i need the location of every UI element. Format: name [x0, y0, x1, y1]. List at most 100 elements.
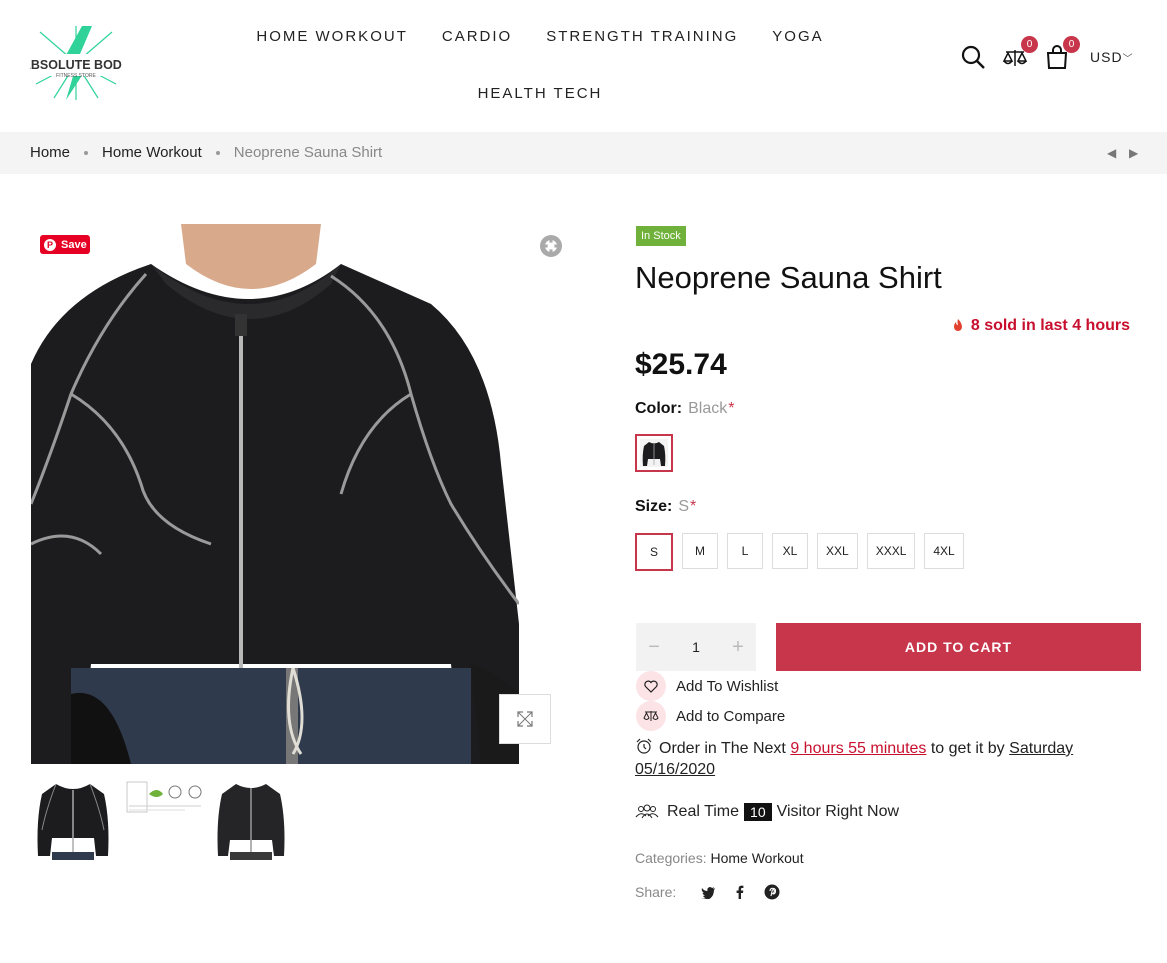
product-categories: Categories: Home Workout — [635, 850, 804, 866]
zoom-icon — [540, 235, 562, 257]
visitors-suffix: Visitor Right Now — [776, 803, 900, 820]
nav-cardio[interactable]: CARDIO — [425, 20, 529, 53]
users-group-icon — [635, 804, 659, 819]
size-option-xxxl[interactable]: XXXL — [866, 533, 916, 569]
add-to-wishlist-link[interactable]: Add To Wishlist — [636, 671, 778, 701]
delivery-countdown: Order in The Next 9 hours 55 minutes to … — [635, 738, 1135, 780]
zoom-button[interactable] — [539, 234, 563, 258]
compare-label: Add to Compare — [676, 707, 786, 725]
pinterest-save-button[interactable]: P Save — [40, 235, 90, 254]
color-swatch-black[interactable] — [635, 434, 673, 472]
thumbnail-info-image — [126, 781, 202, 813]
compare-icon-circle — [636, 701, 666, 731]
sauna-shirt-image — [31, 224, 519, 764]
sold-text: 8 sold in last 4 hours — [970, 317, 1130, 334]
breadcrumb-home[interactable]: Home — [30, 144, 70, 161]
compare-scale-icon — [643, 711, 659, 721]
nav-row-1: HOME WORKOUT CARDIO STRENGTH TRAINING YO… — [250, 20, 830, 53]
product-price: $25.74 — [635, 348, 727, 381]
fire-icon — [953, 319, 962, 331]
share-row: Share: — [635, 884, 780, 900]
size-option-label: Size: S * — [635, 498, 696, 516]
logo-subtext: FITNESS STORE — [56, 73, 96, 79]
currency-value: USD — [1090, 49, 1123, 65]
search-button[interactable] — [960, 44, 986, 70]
wishlist-icon-circle — [636, 671, 666, 701]
nav-row-2: HEALTH TECH — [250, 77, 830, 110]
logo-text: ABSOLUTE BODY — [30, 58, 122, 72]
color-value: Black — [688, 400, 728, 417]
stock-badge: In Stock — [636, 226, 686, 246]
order-prefix: Order in The Next — [659, 740, 786, 757]
header-actions: 0 0 USD﹀ — [960, 36, 1134, 70]
quantity-decrease-button[interactable]: − — [646, 636, 662, 659]
nav-strength-training[interactable]: STRENGTH TRAINING — [529, 20, 755, 53]
main-nav: HOME WORKOUT CARDIO STRENGTH TRAINING YO… — [250, 20, 830, 110]
visitors-count: 10 — [744, 803, 772, 821]
site-logo[interactable]: ABSOLUTE BODY FITNESS STORE — [22, 24, 131, 102]
thumbnail-3[interactable] — [212, 780, 290, 860]
size-options: S M L XL XXL XXXL 4XL — [635, 533, 964, 571]
quantity-increase-button[interactable]: + — [730, 636, 746, 659]
breadcrumb-current: Neoprene Sauna Shirt — [233, 144, 383, 161]
pinterest-save-label: Save — [61, 238, 87, 251]
cart-button[interactable]: 0 — [1044, 36, 1080, 70]
realtime-visitors: Real Time 10 Visitor Right Now — [635, 803, 899, 821]
breadcrumb-separator — [215, 150, 220, 155]
breadcrumb: Home Home Workout Neoprene Sauna Shirt — [30, 144, 382, 161]
currency-selector[interactable]: USD﹀ — [1090, 49, 1134, 65]
size-label: Size: — [635, 498, 673, 515]
share-label: Share: — [635, 884, 677, 900]
compare-button[interactable]: 0 — [1002, 36, 1038, 70]
nav-yoga[interactable]: YOGA — [755, 20, 840, 53]
swatch-shirt-image — [640, 439, 668, 467]
pinterest-icon[interactable] — [764, 884, 780, 900]
thumbnail-1[interactable] — [34, 780, 112, 860]
category-link-home-workout[interactable]: Home Workout — [710, 850, 803, 866]
thumbnail-2[interactable] — [125, 780, 203, 860]
order-countdown-time[interactable]: 9 hours 55 minutes — [790, 740, 926, 757]
product-title: Neoprene Sauna Shirt — [635, 260, 942, 295]
quantity-input[interactable]: 1 — [692, 639, 700, 655]
wishlist-label: Add To Wishlist — [676, 677, 779, 695]
heart-icon — [644, 680, 658, 693]
breadcrumb-bar: Home Home Workout Neoprene Sauna Shirt ◀… — [0, 132, 1167, 174]
size-option-xl[interactable]: XL — [772, 533, 808, 569]
size-option-xxl[interactable]: XXL — [817, 533, 858, 569]
quantity-stepper: − 1 + — [636, 623, 756, 671]
alarm-clock-icon — [636, 738, 652, 754]
thumbnail-front-2-image — [217, 784, 285, 860]
search-icon — [961, 45, 985, 69]
add-to-compare-link[interactable]: Add to Compare — [636, 701, 785, 731]
prev-product-icon[interactable]: ◀ — [1107, 146, 1116, 160]
size-option-l[interactable]: L — [727, 533, 763, 569]
thumbnail-front-image — [37, 783, 109, 860]
order-mid: to get it by — [930, 740, 1005, 757]
compare-count-badge: 0 — [1021, 36, 1038, 53]
size-option-s[interactable]: S — [635, 533, 673, 571]
sold-recently: 8 sold in last 4 hours — [951, 317, 1130, 335]
cart-count-badge: 0 — [1063, 36, 1080, 53]
nav-home-workout[interactable]: HOME WORKOUT — [239, 20, 425, 53]
size-option-4xl[interactable]: 4XL — [924, 533, 964, 569]
visitors-prefix: Real Time — [667, 803, 740, 820]
product-main-image[interactable] — [31, 224, 519, 764]
fullscreen-button[interactable] — [499, 694, 551, 744]
required-mark: * — [690, 498, 697, 515]
breadcrumb-home-workout[interactable]: Home Workout — [102, 144, 202, 161]
add-to-cart-button[interactable]: ADD TO CART — [776, 623, 1141, 671]
pinterest-icon: P — [44, 238, 56, 251]
twitter-icon[interactable] — [700, 884, 716, 900]
logo-graphic: ABSOLUTE BODY FITNESS STORE — [22, 26, 131, 100]
site-header: ABSOLUTE BODY FITNESS STORE HOME WORKOUT… — [0, 0, 1167, 132]
color-option-label: Color: Black * — [635, 400, 734, 418]
size-option-m[interactable]: M — [682, 533, 718, 569]
color-label: Color: — [635, 400, 683, 417]
next-product-icon[interactable]: ▶ — [1129, 146, 1138, 160]
categories-label: Categories: — [635, 850, 707, 866]
expand-icon — [517, 711, 533, 727]
size-value: S — [678, 498, 690, 515]
nav-health-tech[interactable]: HEALTH TECH — [461, 77, 620, 110]
required-mark: * — [728, 400, 735, 417]
facebook-icon[interactable] — [732, 884, 748, 900]
